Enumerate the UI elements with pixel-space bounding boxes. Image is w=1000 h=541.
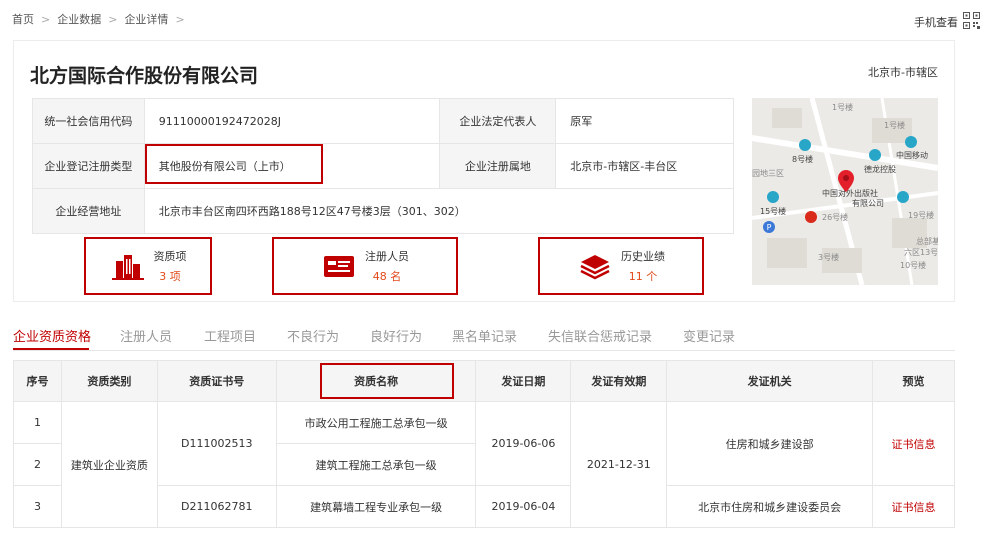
company-region: 北京市-市辖区 [868,66,938,79]
issue-date: 2019-06-06 [475,401,572,486]
map-label: 3号楼 [818,253,840,262]
cert-info-link[interactable]: 证书信息 [872,401,955,486]
column-header: 发证日期 [475,360,572,402]
table-row: 1 建筑业企业资质 D111002513 市政公用工程施工总承包一级 2019-… [13,401,955,528]
credit-code-value: 91110000192472028J [143,98,441,144]
breadcrumb-separator: > [41,12,51,26]
column-header: 发证机关 [666,360,874,402]
top-bar: 首页 > 企业数据 > 企业详情 > 手机查看 [0,0,1000,38]
map-label: 总部基 [916,237,938,246]
history-performance-stat[interactable]: 历史业绩 11 个 [538,237,704,295]
tab-change-records[interactable]: 变更记录 [683,326,735,345]
reg-place-value: 北京市-市辖区-丰台区 [555,143,734,189]
address-label: 企业经营地址 [32,188,145,234]
map-label: 8号楼 [792,155,814,164]
cert-number: D211062781 [156,485,277,528]
map-label: 有限公司 [852,199,884,208]
breadcrumb-home-link[interactable]: 首页 [12,11,34,27]
tab-joint-punishment[interactable]: 失信联合惩戒记录 [548,326,652,345]
poi-icon [799,139,811,151]
highlight-box [320,363,454,399]
valid-until: 2021-12-31 [570,401,668,528]
registered-staff-label: 注册人员 [365,250,409,263]
detail-tabs: 企业资质资格 注册人员 工程项目 不良行为 良好行为 黑名单记录 失信联合惩戒记… [13,318,955,352]
history-performance-label: 历史业绩 [621,250,665,263]
tab-good-behavior[interactable]: 良好行为 [370,326,422,345]
parking-icon: P [763,221,775,233]
highlight-box [145,144,323,184]
breadcrumb-enterprise-data-link[interactable]: 企业数据 [57,11,101,27]
svg-text:P: P [767,223,772,232]
poi-icon [767,191,779,203]
map-label: 六区13号 [904,248,938,257]
tab-registered-staff[interactable]: 注册人员 [120,326,172,345]
poi-icon [905,136,917,148]
qualification-table: 序号 资质类别 资质证书号 资质名称 发证日期 发证有效期 发证机关 预览 1 … [13,360,955,528]
restaurant-icon [805,211,817,223]
location-pin-icon [838,170,854,192]
row-index: 2 [13,443,62,486]
history-performance-value: 11 个 [628,270,658,283]
map-label: 园地三区 [752,169,784,178]
poi-icon [869,149,881,161]
location-map[interactable]: 1号楼 1号楼 8号楼 中国移动 德龙控股 园地三区 中国对外出版社 有限公司 … [752,98,938,285]
id-card-icon [324,256,354,277]
poi-icon [897,191,909,203]
qualification-name: 建筑幕墙工程专业承包一级 [275,485,477,528]
column-header: 预览 [872,360,955,402]
breadcrumb-separator: > [108,12,118,26]
issue-date: 2019-06-04 [475,485,572,528]
tab-bad-behavior[interactable]: 不良行为 [287,326,339,345]
breadcrumb-separator: > [175,12,185,26]
address-value: 北京市丰台区南四环西路188号12区47号楼3层（301、302） [143,188,735,234]
qualification-count-stat[interactable]: 资质项 3 项 [84,237,212,295]
map-label: 1号楼 [884,121,906,130]
qualification-name: 市政公用工程施工总承包一级 [275,401,477,444]
credit-code-label: 统一社会信用代码 [32,98,145,144]
company-card: 北方国际合作股份有限公司 北京市-市辖区 统一社会信用代码 9111000019… [13,40,955,302]
company-info-table: 统一社会信用代码 91110000192472028J 企业法定代表人 原军 企… [32,98,735,234]
map-label: 15号楼 [760,207,787,216]
qualification-name: 建筑工程施工总承包一级 [275,443,477,486]
registered-staff-value: 48 名 [372,270,402,283]
map-label: 中国移动 [896,151,928,160]
reg-type-label: 企业登记注册类型 [32,143,145,189]
row-index: 3 [13,485,62,528]
column-header: 发证有效期 [570,360,668,402]
column-header: 序号 [13,360,62,402]
registered-staff-stat[interactable]: 注册人员 48 名 [272,237,458,295]
mobile-view-link[interactable]: 手机查看 [914,14,958,30]
tab-qualifications[interactable]: 企业资质资格 [13,326,91,345]
tabs-divider [13,350,955,351]
row-index: 1 [13,401,62,444]
breadcrumb-enterprise-detail: 企业详情 [124,13,169,26]
map-label: 德龙控股 [864,165,896,174]
column-header: 资质证书号 [156,360,277,402]
buildings-icon [111,255,144,280]
cert-number: D111002513 [156,401,277,486]
breadcrumb: 首页 > 企业数据 > 企业详情 > [12,11,192,27]
map-label: 1号楼 [832,103,854,112]
issuing-authority: 北京市住房和城乡建设委员会 [666,485,874,528]
qr-code-icon[interactable] [963,12,980,29]
column-header: 资质类别 [60,360,158,402]
legal-rep-value: 原军 [555,98,734,144]
map-label: 19号楼 [908,211,935,220]
qualification-category: 建筑业企业资质 [60,401,158,528]
qualification-count-value: 3 项 [159,270,181,283]
reg-place-label: 企业注册属地 [439,143,557,189]
legal-rep-label: 企业法定代表人 [439,98,557,144]
issuing-authority: 住房和城乡建设部 [666,401,874,486]
tab-projects[interactable]: 工程项目 [204,326,256,345]
tab-blacklist[interactable]: 黑名单记录 [452,326,517,345]
table-header-row: 序号 资质类别 资质证书号 资质名称 发证日期 发证有效期 发证机关 预览 [13,360,955,402]
map-label: 26号楼 [822,213,849,222]
cert-info-link[interactable]: 证书信息 [872,485,955,528]
map-label: 10号楼 [900,261,927,270]
qualification-count-label: 资质项 [153,250,187,263]
company-name: 北方国际合作股份有限公司 [30,65,259,87]
layers-icon [580,255,610,280]
